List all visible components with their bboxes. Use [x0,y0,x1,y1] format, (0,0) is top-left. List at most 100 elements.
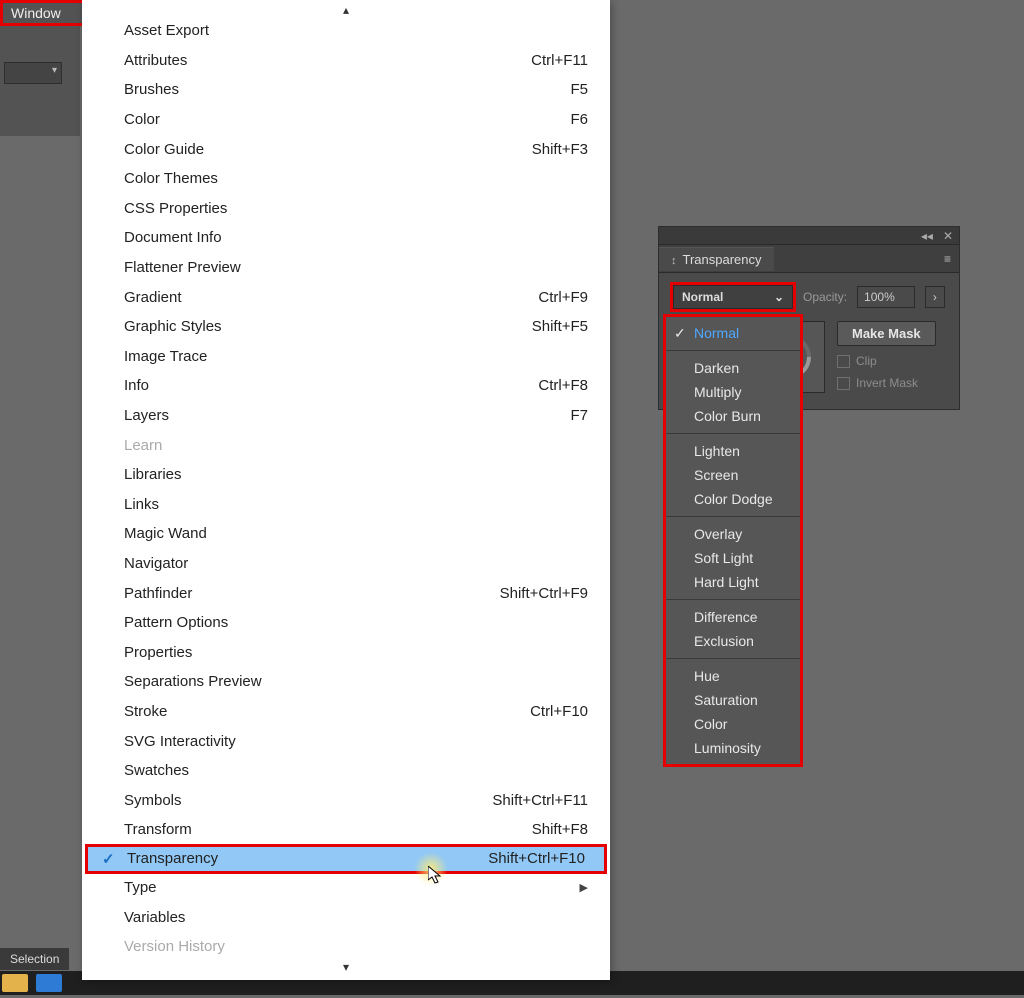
menu-item-attributes[interactable]: AttributesCtrl+F11 [82,46,610,76]
blend-option-multiply[interactable]: Multiply [666,380,800,404]
menu-item-separations-preview[interactable]: Separations Preview [82,667,610,697]
menu-item-symbols[interactable]: Symbols Shift+Ctrl+F11 [82,785,610,815]
menu-item-label: Libraries [124,466,182,483]
separator [666,516,800,517]
menu-item-label: Type [124,879,157,896]
separator [666,658,800,659]
menu-item-label: Asset Export [124,22,209,39]
blend-option-color-burn[interactable]: Color Burn [666,404,800,428]
separator [666,350,800,351]
menu-item-stroke[interactable]: Stroke Ctrl+F10 [82,697,610,727]
menu-item-flattener-preview[interactable]: Flattener Preview [82,253,610,283]
blend-option-exclusion[interactable]: Exclusion [666,629,800,653]
opacity-label: Opacity: [803,290,847,304]
blend-option-color[interactable]: Color [666,712,800,736]
blend-option-screen[interactable]: Screen [666,463,800,487]
menu-item-color[interactable]: ColorF6 [82,105,610,135]
menu-scroll-up[interactable]: ▴ [82,4,610,16]
menu-item-svg-interactivity[interactable]: SVG Interactivity [82,726,610,756]
blend-option-hue[interactable]: Hue [666,664,800,688]
menu-item-label: Separations Preview [124,673,262,690]
menu-item-label: Pathfinder [124,585,192,602]
menu-item-css-properties[interactable]: CSS Properties [82,194,610,224]
blend-option-color-dodge[interactable]: Color Dodge [666,487,800,511]
options-dropdown[interactable] [4,62,62,84]
blend-option-difference[interactable]: Difference [666,605,800,629]
menu-item-brushes[interactable]: Brushes F5 [82,75,610,105]
blend-option-normal[interactable]: Normal [666,321,800,345]
blend-option-luminosity[interactable]: Luminosity [666,736,800,760]
menu-item-gradient[interactable]: GradientCtrl+F9 [82,282,610,312]
opacity-stepper[interactable]: › [925,286,945,308]
clip-checkbox[interactable]: Clip [837,354,936,368]
blend-option-saturation[interactable]: Saturation [666,688,800,712]
menu-item-label: Layers [124,407,169,424]
options-bar [0,26,80,136]
menu-item-transform[interactable]: TransformShift+F8 [82,815,610,845]
make-mask-button[interactable]: Make Mask [837,321,936,346]
close-icon[interactable]: ✕ [943,229,953,243]
menu-item-label: Info [124,377,149,394]
menu-item-shortcut: F6 [570,111,588,128]
blend-mode-select[interactable]: Normal ⌄ [673,285,793,309]
menu-item-navigator[interactable]: Navigator [82,549,610,579]
opacity-input[interactable]: 100% [857,286,915,308]
menu-item-color-guide[interactable]: Color GuideShift+F3 [82,134,610,164]
menu-item-image-trace[interactable]: Image Trace [82,342,610,372]
invert-mask-checkbox[interactable]: Invert Mask [837,376,936,390]
menu-item-label: Brushes [124,81,179,98]
menu-item-label: Navigator [124,555,188,572]
menu-item-label: Swatches [124,762,189,779]
taskbar-app-icon[interactable] [36,974,62,992]
menu-item-pathfinder[interactable]: PathfinderShift+Ctrl+F9 [82,578,610,608]
collapse-icon[interactable]: ◂◂ [921,229,933,243]
separator [666,599,800,600]
blend-option-darken[interactable]: Darken [666,356,800,380]
submenu-arrow-icon: ▶ [580,881,588,894]
menu-item-swatches[interactable]: Swatches [82,756,610,786]
blend-option-hard-light[interactable]: Hard Light [666,570,800,594]
menu-item-document-info[interactable]: Document Info [82,223,610,253]
menu-item-transparency[interactable]: ✓TransparencyShift+Ctrl+F10 [85,844,607,874]
blend-mode-dropdown[interactable]: Normal DarkenMultiplyColor Burn LightenScr… [663,314,803,767]
menu-item-label: Properties [124,644,192,661]
menu-scroll-down[interactable]: ▾ [82,961,610,973]
menu-item-properties[interactable]: Properties [82,637,610,667]
checkbox-icon [837,377,850,390]
menu-item-links[interactable]: Links [82,490,610,520]
menu-item-asset-export[interactable]: Asset Export [82,16,610,46]
menu-item-label: Stroke [124,703,167,720]
menu-item-version-history: Version History [82,932,610,962]
selection-panel-tab[interactable]: Selection [0,948,69,970]
menubar-window-label: Window [11,5,61,21]
menu-item-color-themes[interactable]: Color Themes [82,164,610,194]
menu-item-variables[interactable]: Variables [82,902,610,932]
menu-item-graphic-styles[interactable]: Graphic StylesShift+F5 [82,312,610,342]
menu-item-shortcut: Shift+Ctrl+F11 [492,792,588,809]
blend-option-soft-light[interactable]: Soft Light [666,546,800,570]
panel-menu-icon[interactable]: ≡ [944,252,951,266]
menu-item-label: Gradient [124,289,182,306]
menu-item-shortcut: Ctrl+F11 [531,52,588,69]
menu-item-type[interactable]: Type ▶ [82,873,610,903]
menu-item-label: Transform [124,821,192,838]
menu-item-info[interactable]: Info Ctrl+F8 [82,371,610,401]
menu-item-shortcut: Shift+F5 [532,318,588,335]
menu-item-shortcut: Ctrl+F8 [538,377,588,394]
menu-item-libraries[interactable]: Libraries [82,460,610,490]
window-menu[interactable]: ▴ Asset Export AttributesCtrl+F11 Brushes F… [82,0,610,980]
menu-item-label: Color Guide [124,141,204,158]
check-icon: ✓ [102,850,115,868]
menu-item-label: Symbols [124,792,182,809]
tab-transparency[interactable]: Transparency [659,247,774,271]
blend-option-lighten[interactable]: Lighten [666,439,800,463]
menu-item-magic-wand[interactable]: Magic Wand [82,519,610,549]
menu-item-label: Transparency [127,850,218,867]
panel-titlebar[interactable]: ◂◂ ✕ [659,227,959,245]
menu-item-shortcut: F5 [570,81,588,98]
blend-option-overlay[interactable]: Overlay [666,522,800,546]
menu-item-shortcut: Ctrl+F10 [530,703,588,720]
menu-item-layers[interactable]: LayersF7 [82,401,610,431]
taskbar-folder-icon[interactable] [2,974,28,992]
menu-item-pattern-options[interactable]: Pattern Options [82,608,610,638]
